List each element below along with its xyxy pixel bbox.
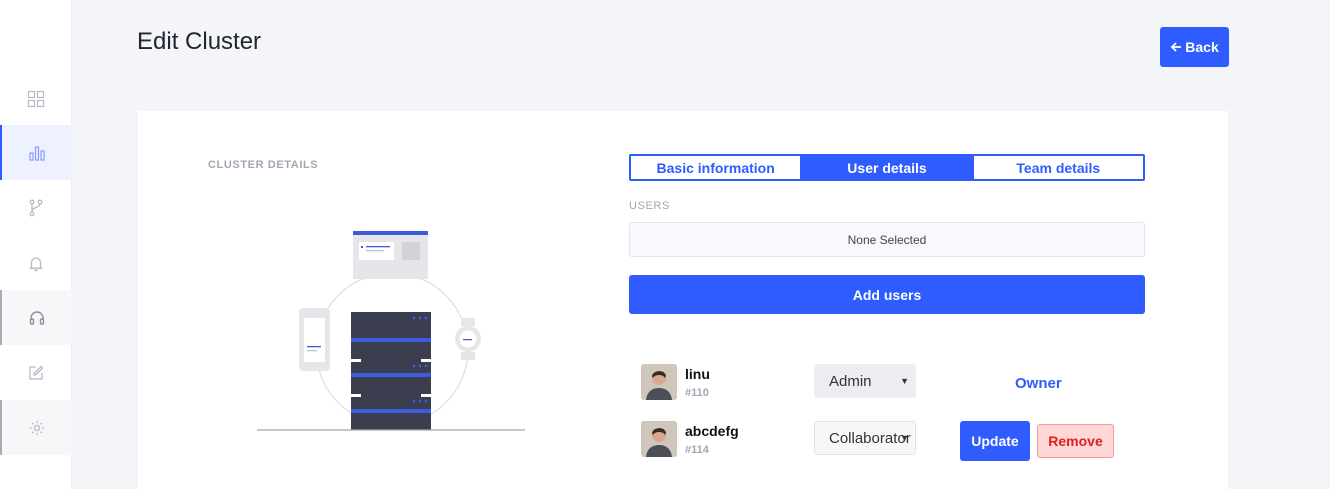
sidebar-item-edit[interactable] [0,345,72,400]
headset-icon [29,310,45,325]
role-value: Admin [829,372,872,390]
sidebar-item-support[interactable] [0,290,72,345]
users-select[interactable]: None Selected [629,222,1145,257]
tab-basic-information[interactable]: Basic information [631,156,801,179]
arrow-left-icon [1170,42,1182,52]
sidebar-item-notifications[interactable] [0,235,72,290]
role-select[interactable]: Admin ▼ [814,364,916,398]
settings-icon [29,420,45,435]
sidebar-item-clusters[interactable] [0,125,72,180]
bar-chart-icon [29,145,45,161]
add-users-button[interactable]: Add users [629,275,1145,314]
page-title: Edit Cluster [137,28,262,55]
sidebar-item-settings[interactable] [0,400,72,455]
remove-button[interactable]: Remove [1037,424,1114,458]
role-select[interactable]: Collaborator ▼ [814,421,916,455]
avatar [641,421,677,457]
user-row: abcdefg #114 Collaborator ▼ Update Remov… [641,421,1161,467]
back-button[interactable]: Back [1160,27,1229,67]
tab-user-details[interactable]: User details [800,156,972,179]
edit-icon [29,365,44,380]
sidebar-item-branches[interactable] [0,180,72,235]
user-id: #114 [685,444,709,456]
sidebar-item-dashboard[interactable] [0,71,72,126]
grid-icon [27,90,45,107]
chevron-down-icon: ▼ [900,433,909,443]
owner-status: Owner [1015,375,1062,392]
avatar [641,364,677,400]
detail-tabs: Basic information User details Team deta… [629,154,1145,181]
bell-icon [28,256,44,271]
user-name: abcdefg [685,423,739,439]
branch-icon [29,199,43,216]
cluster-card: CLUSTER DETAILS Basic information User d… [138,111,1228,489]
user-row: linu #110 Admin ▼ Owner [641,364,1161,410]
update-button[interactable]: Update [960,421,1030,461]
users-label: USERS [629,200,670,212]
role-value: Collaborator [829,429,911,447]
user-name: linu [685,366,710,382]
user-id: #110 [685,387,709,399]
back-button-label: Back [1185,39,1219,55]
cluster-illustration [257,231,525,431]
chevron-down-icon: ▼ [900,376,909,386]
section-label: CLUSTER DETAILS [208,159,319,171]
sidebar [0,0,72,489]
tab-team-details[interactable]: Team details [971,156,1143,179]
